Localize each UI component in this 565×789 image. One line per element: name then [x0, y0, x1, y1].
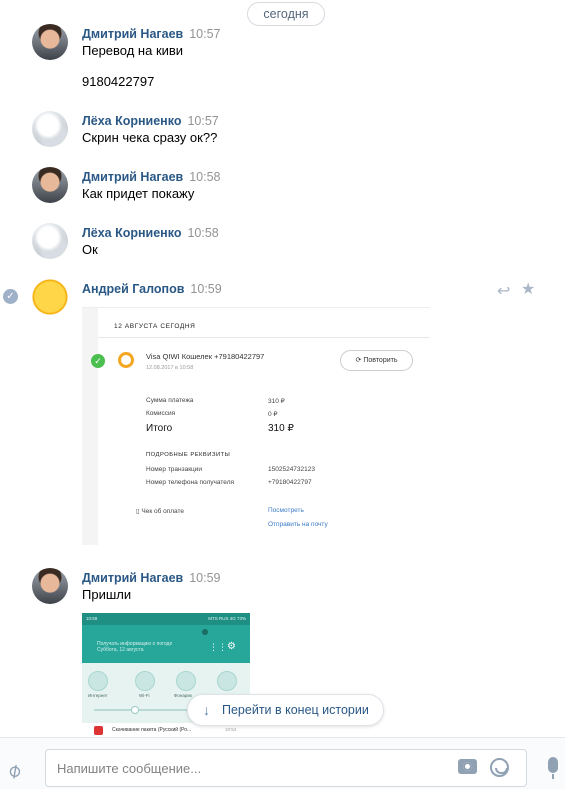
date-separator: сегодня: [247, 2, 325, 26]
sum-label: Сумма платежа: [146, 397, 194, 404]
jump-to-end-label: Перейти в конец истории: [222, 703, 369, 717]
phone-data-tile-icon: [88, 671, 108, 691]
author-name[interactable]: Андрей Галопов 10:59: [82, 282, 222, 296]
phone-date-text: Суббота, 12 августа: [97, 647, 144, 653]
message-time[interactable]: 10:58: [189, 170, 220, 184]
phone-wifi-tile-icon: [135, 671, 155, 691]
divider: [98, 337, 430, 338]
phone-slider-knob: [131, 706, 139, 714]
phone-label: Номер телефона получателя: [146, 479, 235, 486]
jump-to-end-button[interactable]: ↓ Перейти в конец истории: [187, 694, 384, 726]
message-text: Как придет покажу: [82, 186, 195, 201]
txn-label: Номер транзакции: [146, 466, 203, 473]
fee-value: 0 ₽: [268, 411, 278, 418]
avatar[interactable]: [32, 24, 68, 60]
camera-icon[interactable]: [458, 759, 477, 774]
message-text: Пришли: [82, 587, 132, 602]
check-label: ▯ Чек об оплате: [136, 508, 185, 515]
txn-value: 1502524732123: [268, 466, 315, 473]
fee-label: Комиссия: [146, 410, 176, 417]
phone-flashlight-tile-icon: [176, 671, 196, 691]
phone-tile-label: Фонарик: [174, 693, 192, 698]
phone-dot: [202, 629, 208, 635]
avatar[interactable]: [32, 279, 68, 315]
phone-menu-icon: ⋮⋮: [209, 642, 227, 652]
arrow-down-icon: ↓: [203, 702, 210, 718]
reply-icon[interactable]: ↩: [497, 281, 510, 301]
phone-gear-icon: ⚙: [227, 641, 236, 652]
message-time[interactable]: 10:57: [187, 114, 218, 128]
star-icon[interactable]: ★: [521, 279, 535, 299]
microphone-icon[interactable]: [548, 757, 558, 779]
sum-value: 310 ₽: [268, 398, 285, 405]
author-name[interactable]: Лёха Корниенко 10:57: [82, 114, 219, 128]
message-text: Скрин чека сразу ок??: [82, 130, 218, 145]
qiwi-logo-icon: [118, 352, 134, 368]
repeat-button: ⟳ Повторить: [340, 350, 413, 371]
author-name[interactable]: Дмитрий Нагаев 10:59: [82, 571, 221, 585]
avatar[interactable]: [32, 167, 68, 203]
avatar[interactable]: [32, 223, 68, 259]
view-link: Посмотреть: [268, 507, 304, 514]
message-time[interactable]: 10:57: [189, 27, 220, 41]
message-time[interactable]: 10:58: [187, 226, 218, 240]
phone-status-bar: 10:59 MTS RUS 4G 73%: [82, 613, 250, 625]
message-text: 9180422797: [82, 74, 155, 89]
phone-tile-icon: [217, 671, 237, 691]
message-input[interactable]: [45, 749, 527, 787]
total-label: Итого: [146, 423, 173, 434]
author-name[interactable]: Лёха Корниенко 10:58: [82, 226, 219, 240]
message-time[interactable]: 10:59: [190, 282, 221, 296]
phone-tile-label: Wi-Fi: [139, 693, 150, 698]
receipt-datetime: 12.08.2017 в 10:58: [146, 365, 194, 371]
phone-tile-label: Интернет: [88, 693, 108, 698]
emoji-icon[interactable]: [490, 758, 509, 777]
receipt-image[interactable]: 12 АВГУСТА СЕГОДНЯ ✓ Visa QIWI Кошелек +…: [82, 307, 430, 545]
phone-notification-icon: [94, 726, 103, 735]
avatar[interactable]: [32, 568, 68, 604]
avatar[interactable]: [32, 111, 68, 147]
success-check-icon: ✓: [91, 354, 105, 368]
mail-link: Отправить на почту: [268, 521, 328, 528]
message-text: Ок: [82, 242, 98, 257]
message-text: Перевод на киви: [82, 43, 184, 58]
receipt-date-header: 12 АВГУСТА СЕГОДНЯ: [114, 323, 196, 330]
author-name[interactable]: Дмитрий Нагаев 10:58: [82, 170, 221, 184]
phone-value: +79180422797: [268, 479, 312, 486]
total-value: 310 ₽: [268, 423, 294, 434]
details-title: ПОДРОБНЫЕ РЕКВИЗИТЫ: [146, 452, 231, 458]
receipt-wallet: Visa QIWI Кошелек +79180422797: [146, 352, 265, 361]
message-time[interactable]: 10:59: [189, 571, 220, 585]
author-name[interactable]: Дмитрий Нагаев 10:57: [82, 27, 221, 41]
selected-check-icon[interactable]: ✓: [3, 289, 18, 304]
